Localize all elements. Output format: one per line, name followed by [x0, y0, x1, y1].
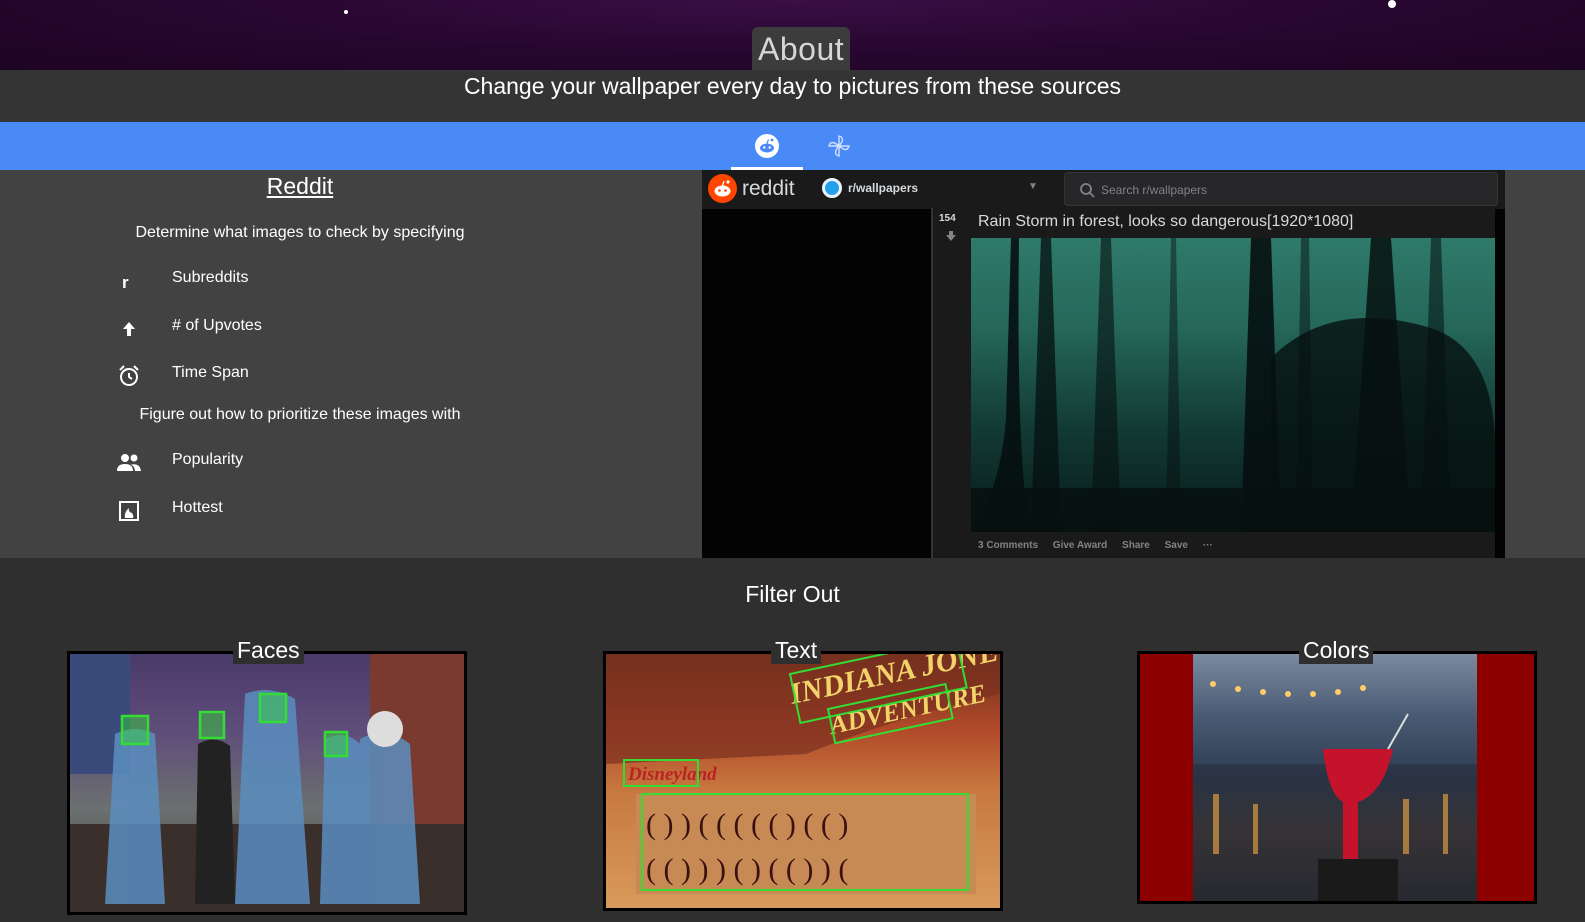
svg-text:( ) ) ( ( ( ( ( ) ( ( ): ( ) ) ( ( ( ( ( ) ( ( ) — [646, 808, 848, 841]
colors-card-label: Colors — [1299, 636, 1374, 664]
star-decoration — [344, 10, 348, 14]
feature-time-span: Time Span — [112, 359, 512, 389]
feature-label: Popularity — [172, 451, 244, 468]
feature-subreddits: r Subreddits — [112, 264, 512, 294]
star-decoration — [1388, 0, 1396, 8]
reddit-icon — [755, 134, 779, 158]
faces-card-label: Faces — [233, 636, 304, 664]
filter-title: Filter Out — [745, 581, 840, 607]
feature-label: Hottest — [172, 499, 223, 516]
reddit-wordmark: reddit — [742, 177, 795, 200]
comments-button[interactable]: 3 Comments — [978, 540, 1038, 551]
reddit-top-bar: reddit r/wallpapers ▼ — [702, 170, 1505, 209]
colors-card — [1137, 651, 1537, 904]
subreddit-r-icon: r — [116, 268, 142, 294]
faces-card-image — [67, 651, 467, 915]
disneyland-text: Disneyland — [627, 764, 717, 785]
arrow-up-icon — [116, 316, 142, 342]
reddit-search-box[interactable] — [1064, 172, 1498, 206]
downvote-icon[interactable] — [945, 230, 957, 242]
criteria-intro: Determine what images to check by specif… — [135, 224, 465, 241]
alarm-clock-icon — [116, 363, 142, 389]
subreddit-avatar — [822, 178, 842, 198]
search-input[interactable] — [1101, 181, 1481, 199]
feature-popularity: Popularity — [112, 446, 512, 476]
tab-reddit[interactable] — [731, 122, 803, 170]
chevron-down-icon[interactable]: ▼ — [1028, 181, 1038, 192]
post-title[interactable]: Rain Storm in forest, looks so dangerous… — [978, 212, 1353, 232]
save-button[interactable]: Save — [1165, 540, 1188, 551]
search-icon — [1080, 183, 1095, 198]
more-options-icon[interactable]: ··· — [1203, 540, 1213, 551]
subreddit-name: r/wallpapers — [848, 181, 919, 195]
tab-pinwheel[interactable] — [803, 122, 875, 170]
reddit-heading: Reddit — [266, 173, 334, 199]
give-award-button[interactable]: Give Award — [1053, 540, 1107, 551]
fire-image-icon — [116, 498, 142, 524]
vote-count: 154 — [939, 213, 956, 224]
page-subtitle: Change your wallpaper every day to pictu… — [463, 73, 1122, 99]
text-card-label: Text — [771, 636, 822, 664]
feature-upvotes: # of Upvotes — [112, 312, 512, 342]
pinwheel-icon — [828, 135, 850, 157]
prioritize-intro: Figure out how to prioritize these image… — [139, 406, 461, 423]
page-title: About — [752, 27, 851, 71]
feature-label: Subreddits — [172, 269, 249, 286]
post-actions: 3 Comments Give Award Share Save ··· — [978, 540, 1225, 551]
feature-hottest: Hottest — [112, 494, 512, 524]
feature-label: Time Span — [172, 364, 249, 381]
svg-text:r: r — [122, 273, 129, 291]
text-card-image: INDIANA JONES ADVENTURE Disneyland ( ) )… — [603, 651, 1003, 911]
reddit-logo-icon — [708, 174, 737, 203]
reddit-screenshot: reddit r/wallpapers ▼ 154 Rain Storm in … — [702, 170, 1505, 558]
colors-card-image — [1193, 654, 1477, 901]
people-icon — [116, 450, 142, 476]
source-tab-bar — [0, 122, 1585, 170]
reddit-post[interactable]: 154 Rain Storm in forest, looks so dange… — [933, 208, 1495, 558]
post-image-forest[interactable] — [971, 238, 1495, 532]
svg-text:( ( ) ) ) ( ) ( ( ) ) (: ( ( ) ) ) ( ) ( ( ) ) ( — [646, 853, 848, 886]
share-button[interactable]: Share — [1122, 540, 1150, 551]
feature-label: # of Upvotes — [172, 317, 262, 334]
